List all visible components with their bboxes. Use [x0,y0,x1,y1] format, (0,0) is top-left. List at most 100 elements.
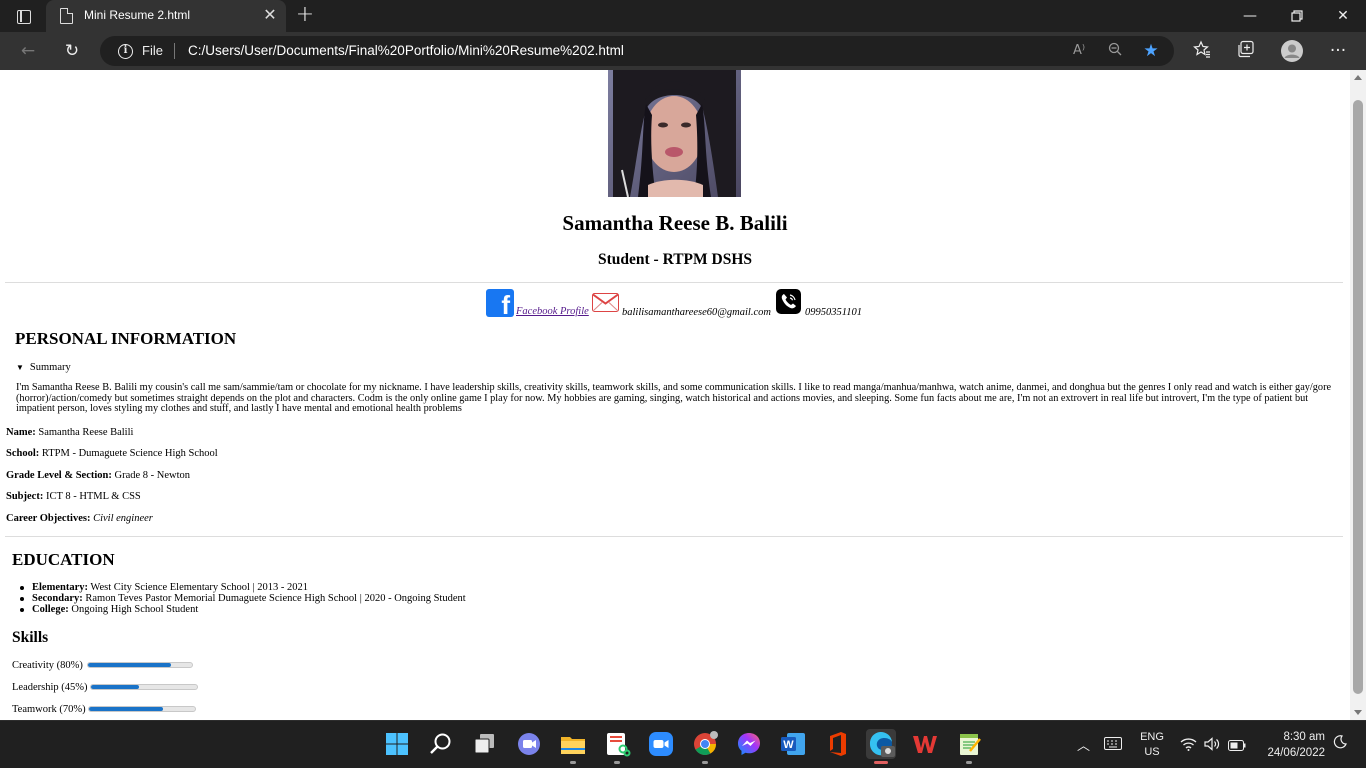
info-label: Grade Level & Section: [6,470,112,481]
education-level: College: [32,604,69,615]
summary-text: I'm Samantha Reese B. Balili my cousin's… [16,382,1332,414]
edge-icon[interactable] [866,729,896,764]
page-scrollbar[interactable] [1350,70,1366,720]
skill-progress-bar [88,706,196,712]
favorites-icon[interactable] [1190,40,1214,62]
svg-text:W: W [783,739,794,751]
expand-triangle-icon: ▼ [16,363,24,372]
skill-creativity: Creativity (80%) [12,660,193,674]
clock-date: 24/06/2022 [1267,747,1325,759]
list-item: College: Ongoing High School Student [20,604,466,615]
running-indicator [570,761,576,764]
list-item: Secondary: Ramon Teves Pastor Memorial D… [20,593,466,604]
zoom-app-icon[interactable] [646,729,676,759]
language-indicator[interactable]: ENG US [1139,730,1165,760]
info-label: Subject: [6,491,44,502]
info-label: Name: [6,427,36,438]
wps-office-icon[interactable] [910,729,940,759]
chrome-icon[interactable] [690,729,720,764]
info-value: Samantha Reese Balili [38,427,134,438]
refresh-icon[interactable]: ↻ [60,40,84,62]
info-value: Civil engineer [93,513,153,524]
divider [5,282,1343,283]
browser-tab[interactable]: Mini Resume 2.html ✕ [46,0,286,32]
education-list: Elementary: West City Science Elementary… [20,582,466,615]
task-view-icon[interactable] [470,729,500,759]
education-detail: Ongoing High School Student [71,604,199,615]
search-icon[interactable] [426,729,456,759]
taskbar: W ︿ ENG US 8:30 am 24/06/2022 [0,720,1366,768]
back-arrow-icon[interactable]: ← [16,40,40,62]
more-menu-icon[interactable]: ··· [1326,40,1350,62]
info-career-objectives: Career Objectives: Civil engineer [6,513,153,524]
info-icon[interactable]: i [118,44,133,59]
profile-role: Student - RTPM DSHS [597,251,753,268]
restore-button[interactable] [1285,4,1309,28]
phone-icon [776,289,801,314]
skill-leadership: Leadership (45%) [12,682,198,696]
file-explorer-icon[interactable] [558,729,588,764]
address-bar[interactable]: i File C:/Users/User/Documents/Final%20P… [100,36,1174,66]
wifi-icon[interactable] [1180,737,1197,756]
gmail-icon [592,293,619,312]
skill-teamwork: Teamwork (70%) [12,704,196,718]
language-code: ENG [1140,731,1164,743]
profile-avatar-icon[interactable] [1280,40,1304,62]
battery-icon[interactable] [1228,738,1246,756]
messenger-icon[interactable] [734,729,764,759]
document-icon [60,8,73,24]
start-button[interactable] [382,729,412,759]
browser-toolbar: ← ↻ i File C:/Users/User/Documents/Final… [0,32,1366,70]
tab-actions-button[interactable] [10,6,38,28]
address-divider [174,43,175,59]
running-indicator [702,761,708,764]
facebook-profile-link[interactable]: Facebook Profile [516,306,589,317]
tab-title: Mini Resume 2.html [84,8,191,22]
office-icon[interactable] [822,729,852,759]
info-value: RTPM - Dumaguete Science High School [41,448,218,459]
info-subject: Subject: ICT 8 - HTML & CSS [6,491,141,502]
new-tab-button[interactable]: + [294,4,316,26]
address-url[interactable]: C:/Users/User/Documents/Final%20Portfoli… [188,43,624,58]
personal-info-heading: PERSONAL INFORMATION [15,329,237,348]
volume-icon[interactable] [1204,737,1222,756]
collections-icon[interactable] [1234,40,1258,62]
profile-name: Samantha Reese B. Balili [562,211,788,235]
summary-toggle[interactable]: ▼ Summary [16,362,71,373]
show-hidden-icons-button[interactable]: ︿ [1077,735,1090,754]
notifications-icon[interactable] [1333,735,1347,754]
scroll-thumb[interactable] [1353,100,1363,694]
snipping-tool-icon[interactable] [602,729,632,764]
tab-close-icon[interactable]: ✕ [262,6,278,24]
page-viewport: Samantha Reese B. Balili Student - RTPM … [0,70,1350,720]
scroll-up-arrow-icon[interactable] [1354,75,1362,80]
scheme-label: File [142,43,163,58]
skill-label: Teamwork (70%) [12,704,86,715]
word-icon[interactable]: W [778,729,808,759]
info-grade-section: Grade Level & Section: Grade 8 - Newton [6,470,190,481]
info-value: Grade 8 - Newton [114,470,190,481]
running-indicator [966,761,972,764]
profile-photo [608,70,741,197]
close-window-button[interactable]: ✕ [1331,4,1355,28]
skill-progress-fill [91,685,139,689]
skill-progress-bar [90,684,198,690]
keyboard-icon[interactable] [1104,737,1122,755]
info-label: School: [6,448,40,459]
info-label: Career Objectives: [6,513,91,524]
tab-actions-icon [17,10,31,24]
notepad-icon[interactable] [954,729,984,764]
facebook-icon[interactable]: f [486,289,514,317]
summary-label: Summary [29,362,71,373]
minimize-button[interactable]: — [1238,4,1262,28]
clock[interactable]: 8:30 am 24/06/2022 [1257,729,1325,761]
education-heading: EDUCATION [12,550,115,569]
zoom-icon[interactable] [1106,42,1124,60]
list-item: Elementary: West City Science Elementary… [20,582,466,593]
favorite-star-icon[interactable]: ★ [1142,42,1160,60]
scroll-down-arrow-icon[interactable] [1354,710,1362,715]
education-detail: West City Science Elementary School | 20… [90,582,309,593]
read-aloud-icon[interactable]: A⁾ [1070,42,1088,60]
phone-text: 09950351101 [805,307,862,318]
teams-chat-icon[interactable] [514,729,544,759]
